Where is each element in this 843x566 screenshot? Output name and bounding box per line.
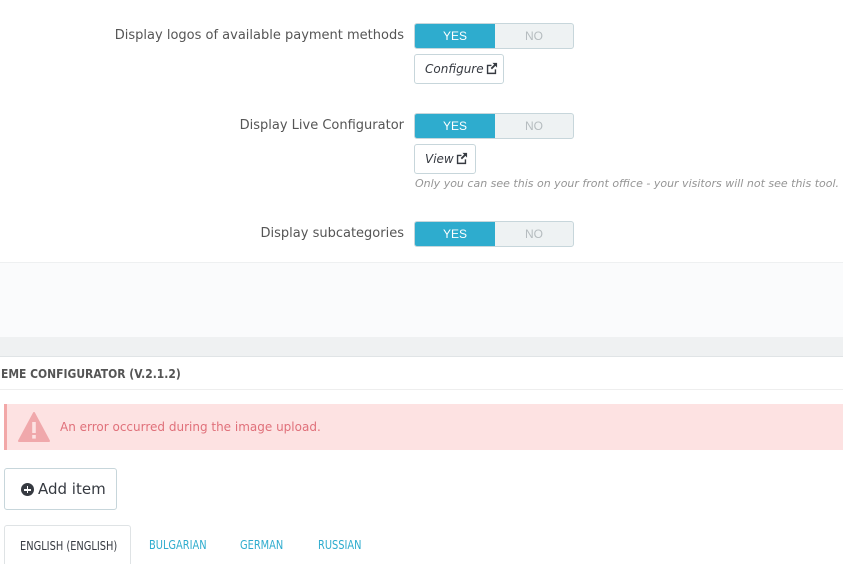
toggle-yes[interactable]: YES [415,114,495,138]
button-label: Configure [425,62,484,76]
toggle-yes[interactable]: YES [415,24,495,48]
tab-german[interactable]: GERMAN [240,525,293,564]
alert-message: An error occurred during the image uploa… [60,420,321,434]
external-link-icon [486,62,497,75]
tab-label: ENGLISH (ENGLISH) [20,539,118,553]
live-configurator-toggle[interactable]: YES NO [414,113,574,139]
add-item-button[interactable]: Add item [4,468,117,510]
tab-label: BULGARIAN [149,538,207,552]
setting-label: Display subcategories [260,226,404,241]
toggle-no[interactable]: NO [495,114,573,138]
tab-english[interactable]: ENGLISH (ENGLISH) [4,525,131,564]
warning-icon [18,412,50,442]
panel-footer [0,262,843,338]
plus-circle-icon [21,483,34,496]
tab-label: RUSSIAN [318,538,362,552]
panel-separator [0,337,843,356]
button-label: View [425,152,454,166]
view-button[interactable]: View [414,144,476,174]
language-tabs: ENGLISH (ENGLISH) BULGARIAN GERMAN RUSSI… [0,525,843,564]
panel-heading: HEME CONFIGURATOR (V.2.1.2) [0,356,843,390]
external-link-icon [456,152,467,165]
add-item-label: Add item [38,480,106,498]
tab-bulgarian[interactable]: BULGARIAN [149,525,219,564]
toggle-no[interactable]: NO [495,222,573,246]
setting-label: Display Live Configurator [239,118,404,133]
toggle-no[interactable]: NO [495,24,573,48]
toggle-yes[interactable]: YES [415,222,495,246]
payment-logos-toggle[interactable]: YES NO [414,23,574,49]
subcategories-toggle[interactable]: YES NO [414,221,574,247]
configure-button[interactable]: Configure [414,54,504,84]
tab-label: GERMAN [240,538,284,552]
tab-russian[interactable]: RUSSIAN [318,525,371,564]
error-alert: An error occurred during the image uploa… [4,404,843,450]
panel-title: HEME CONFIGURATOR (V.2.1.2) [0,366,181,381]
setting-label: Display logos of available payment metho… [114,28,404,43]
help-text: Only you can see this on your front offi… [415,177,840,190]
